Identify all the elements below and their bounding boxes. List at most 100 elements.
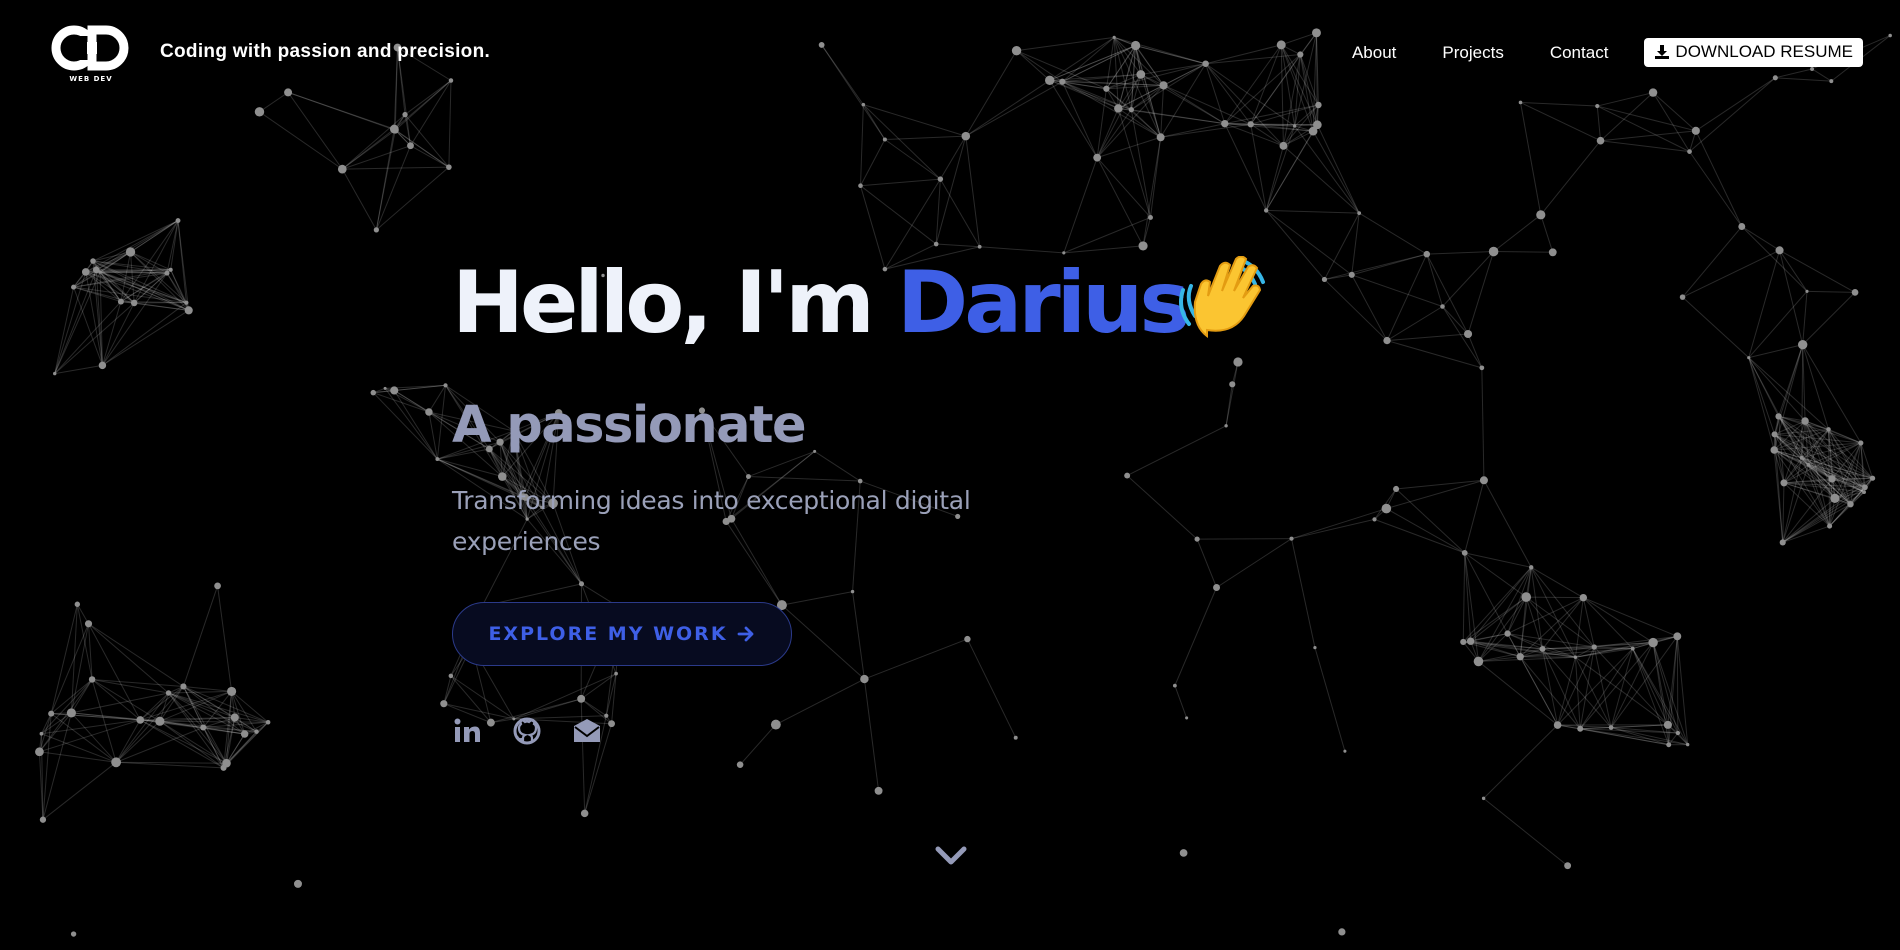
site-header: WEB DEV Coding with passion and precisio… xyxy=(0,0,1900,106)
download-icon xyxy=(1655,45,1670,59)
hero-description: Transforming ideas into exceptional digi… xyxy=(452,486,971,556)
network-link xyxy=(1689,151,1743,227)
network-link xyxy=(1557,657,1576,726)
network-link xyxy=(814,450,861,482)
network-node xyxy=(1666,742,1672,748)
network-node xyxy=(1138,241,1148,251)
network-node xyxy=(1770,446,1778,454)
network-link xyxy=(1582,597,1634,649)
network-link xyxy=(88,623,141,721)
network-link xyxy=(1351,253,1427,276)
linkedin-link[interactable] xyxy=(452,716,482,746)
network-node xyxy=(578,581,585,587)
github-link[interactable] xyxy=(512,716,542,746)
hero-name: Darius xyxy=(896,253,1191,353)
download-resume-button[interactable]: DOWNLOAD RESUME xyxy=(1644,38,1863,67)
waving-hand-icon xyxy=(1179,256,1265,338)
network-link xyxy=(1250,124,1267,211)
network-link xyxy=(860,178,941,187)
network-node xyxy=(1479,476,1488,485)
network-link xyxy=(1283,145,1360,214)
network-node xyxy=(1213,584,1221,591)
network-node xyxy=(1564,862,1572,870)
network-node xyxy=(370,389,377,396)
nav-link-projects[interactable]: Projects xyxy=(1442,43,1503,63)
network-node xyxy=(1148,214,1153,220)
network-node xyxy=(81,268,90,276)
network-link xyxy=(1395,488,1466,554)
network-node xyxy=(1343,749,1347,753)
network-node xyxy=(1488,246,1499,257)
network-node xyxy=(860,674,869,684)
network-link xyxy=(1442,306,1469,335)
particle-network-background xyxy=(35,28,1892,937)
network-link xyxy=(1583,597,1654,643)
explore-my-work-button[interactable]: EXPLORE MY WORK xyxy=(452,602,792,666)
network-node xyxy=(1685,742,1690,747)
network-node xyxy=(175,218,181,224)
network-link xyxy=(1676,636,1679,733)
network-link xyxy=(1063,245,1144,254)
network-link xyxy=(96,220,179,271)
network-node xyxy=(111,757,122,768)
network-node xyxy=(39,731,44,736)
network-link xyxy=(1741,226,1780,251)
logo-icon[interactable]: WEB DEV xyxy=(50,24,132,84)
network-link xyxy=(159,720,269,723)
network-link xyxy=(1314,647,1346,752)
network-node xyxy=(1263,208,1269,213)
network-link xyxy=(1063,157,1098,254)
network-node xyxy=(448,673,454,679)
network-node xyxy=(1221,119,1229,128)
network-node xyxy=(130,299,138,307)
network-node xyxy=(1548,248,1557,257)
network-link xyxy=(341,129,396,170)
network-node xyxy=(1481,796,1486,801)
network-link xyxy=(1324,212,1360,280)
network-node xyxy=(1372,517,1377,522)
network-link xyxy=(1481,367,1485,481)
network-link xyxy=(1520,102,1601,142)
network-node xyxy=(337,164,347,174)
network-link xyxy=(1597,105,1696,132)
network-link xyxy=(1741,226,1808,292)
network-link xyxy=(1396,479,1484,490)
network-node xyxy=(184,306,193,315)
nav-link-contact[interactable]: Contact xyxy=(1550,43,1609,63)
network-link xyxy=(860,185,937,245)
page: WEB DEV Coding with passion and precisio… xyxy=(0,0,1900,950)
network-link xyxy=(102,302,187,366)
network-node xyxy=(1440,304,1445,309)
network-node xyxy=(443,383,448,388)
email-link[interactable] xyxy=(572,716,602,746)
chevron-down-icon[interactable] xyxy=(934,844,968,868)
network-link xyxy=(1682,296,1750,359)
hero-heading: Hello, I'm Darius xyxy=(452,260,1191,346)
nav-link-about[interactable]: About xyxy=(1352,43,1396,63)
network-node xyxy=(48,710,55,717)
network-node xyxy=(1172,683,1177,688)
network-node xyxy=(383,386,387,390)
network-node xyxy=(1247,121,1254,128)
network-link xyxy=(1216,538,1292,588)
explore-button-label: EXPLORE MY WORK xyxy=(488,623,728,645)
network-link xyxy=(1426,253,1469,335)
network-node xyxy=(446,164,452,170)
network-node xyxy=(874,786,883,795)
network-link xyxy=(935,135,967,245)
network-link xyxy=(1467,251,1495,335)
network-link xyxy=(1160,123,1251,138)
network-link xyxy=(1596,106,1602,141)
hero-greeting: Hello, I'm xyxy=(452,253,875,353)
network-node xyxy=(1801,417,1809,425)
network-node xyxy=(136,716,145,724)
network-link xyxy=(781,604,865,680)
network-node xyxy=(1858,440,1864,446)
network-link xyxy=(863,679,880,791)
download-resume-label: DOWNLOAD RESUME xyxy=(1675,42,1853,61)
network-node xyxy=(937,176,944,182)
network-node xyxy=(1185,716,1189,720)
network-node xyxy=(1279,141,1288,150)
network-link xyxy=(884,139,941,180)
network-node xyxy=(1124,472,1131,479)
